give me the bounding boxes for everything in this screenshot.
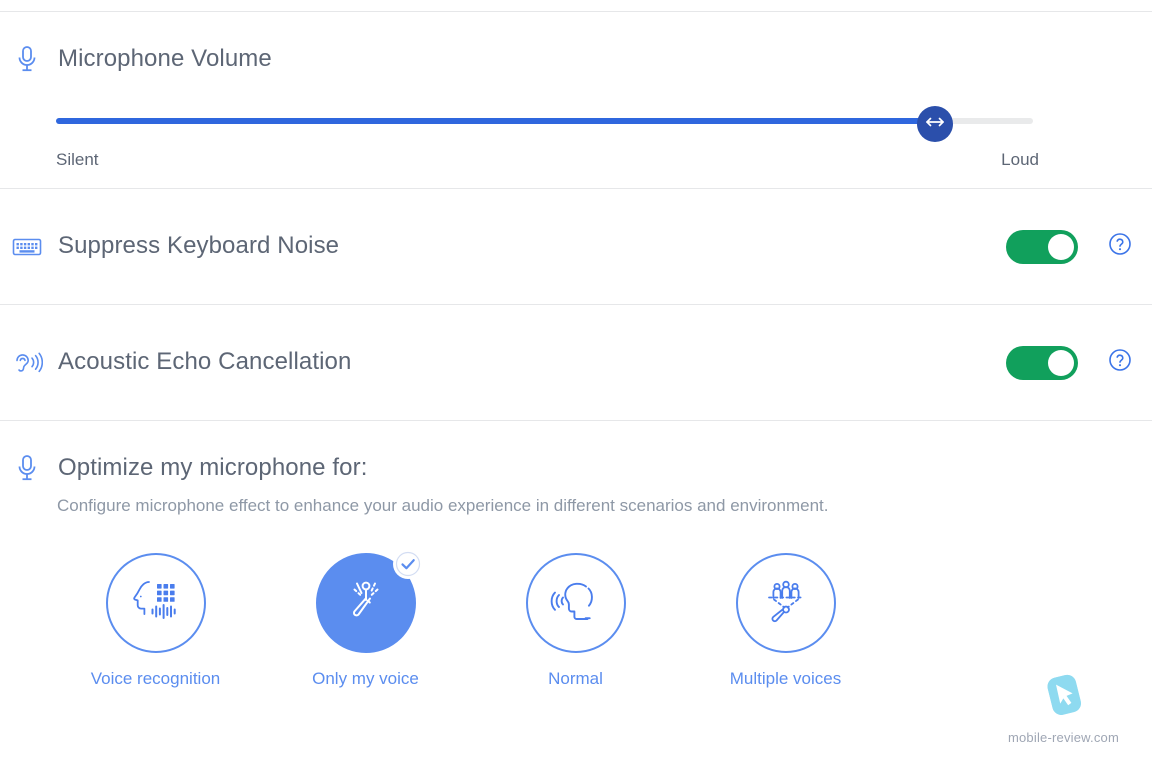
- option-normal-label: Normal: [548, 669, 603, 689]
- option-multiple-voices[interactable]: Multiple voices: [708, 553, 863, 689]
- microphone-icon: [10, 42, 44, 76]
- audio-settings-panel: Microphone Volume Silent Loud Suppress K…: [0, 11, 1152, 777]
- watermark-text: mobile-review.com: [1007, 730, 1120, 745]
- slider-range-labels: Silent Loud: [56, 150, 1039, 170]
- group-voices-mic-icon: [760, 576, 812, 631]
- suppress-keyboard-noise-controls: [1006, 229, 1152, 264]
- slider-max-label: Loud: [1001, 150, 1039, 169]
- microphone-icon: [10, 451, 44, 485]
- acoustic-echo-cancellation-header: Acoustic Echo Cancellation: [0, 346, 1006, 380]
- slider-fill: [56, 118, 936, 124]
- slider-thumb[interactable]: [917, 106, 954, 142]
- microphone-volume-section: Microphone Volume Silent Loud: [0, 12, 1152, 188]
- microphone-volume-title: Microphone Volume: [58, 44, 272, 72]
- option-multiple-voices-circle[interactable]: [735, 553, 836, 654]
- optimize-microphone-section: Optimize my microphone for: Configure mi…: [0, 421, 1152, 689]
- toggle-knob: [1048, 233, 1074, 260]
- ear-soundwaves-icon: [10, 346, 44, 380]
- face-binary-waveform-icon: [128, 578, 184, 629]
- microphone-volume-slider[interactable]: [56, 106, 1033, 142]
- suppress-keyboard-noise-row: Suppress Keyboard Noise: [0, 189, 1152, 304]
- suppress-keyboard-noise-toggle[interactable]: [1006, 229, 1078, 264]
- option-normal-circle[interactable]: [525, 553, 626, 654]
- acoustic-echo-cancellation-row: Acoustic Echo Cancellation: [0, 305, 1152, 420]
- site-watermark: mobile-review.com: [991, 672, 1136, 745]
- slider-min-label: Silent: [56, 150, 99, 169]
- option-multiple-voices-label: Multiple voices: [729, 669, 842, 689]
- acoustic-echo-cancellation-controls: [1006, 345, 1152, 380]
- horizontal-resize-arrows-icon: [924, 115, 946, 133]
- optimize-microphone-header: Optimize my microphone for:: [0, 451, 1152, 485]
- acoustic-echo-cancellation-title: Acoustic Echo Cancellation: [58, 348, 352, 376]
- option-voice-recognition-label: Voice recognition: [90, 669, 221, 689]
- suppress-keyboard-noise-header: Suppress Keyboard Noise: [0, 230, 1006, 264]
- option-normal[interactable]: Normal: [498, 553, 653, 689]
- option-only-my-voice-circle[interactable]: [315, 549, 423, 654]
- head-speaking-icon: [550, 577, 602, 630]
- acoustic-echo-cancellation-help-icon[interactable]: [1108, 348, 1132, 377]
- check-circle-icon: [392, 549, 423, 580]
- optimize-microphone-title: Optimize my microphone for:: [58, 453, 368, 481]
- option-voice-recognition[interactable]: Voice recognition: [78, 553, 233, 689]
- single-voice-mic-icon: [342, 576, 390, 631]
- option-voice-recognition-circle[interactable]: [105, 553, 206, 654]
- toggle-knob: [1048, 349, 1074, 376]
- optimize-microphone-description: Configure microphone effect to enhance y…: [57, 496, 829, 515]
- option-only-my-voice[interactable]: Only my voice: [288, 549, 443, 689]
- suppress-keyboard-noise-title: Suppress Keyboard Noise: [58, 232, 340, 260]
- keyboard-icon: [10, 230, 44, 264]
- option-only-my-voice-label: Only my voice: [312, 669, 419, 689]
- acoustic-echo-cancellation-toggle[interactable]: [1006, 345, 1078, 380]
- suppress-keyboard-noise-help-icon[interactable]: [1108, 232, 1132, 261]
- optimize-options-list: Voice recognition Only my voice Normal M…: [0, 549, 1152, 689]
- microphone-volume-header: Microphone Volume: [0, 42, 1152, 76]
- cursor-tile-icon: [1032, 672, 1096, 729]
